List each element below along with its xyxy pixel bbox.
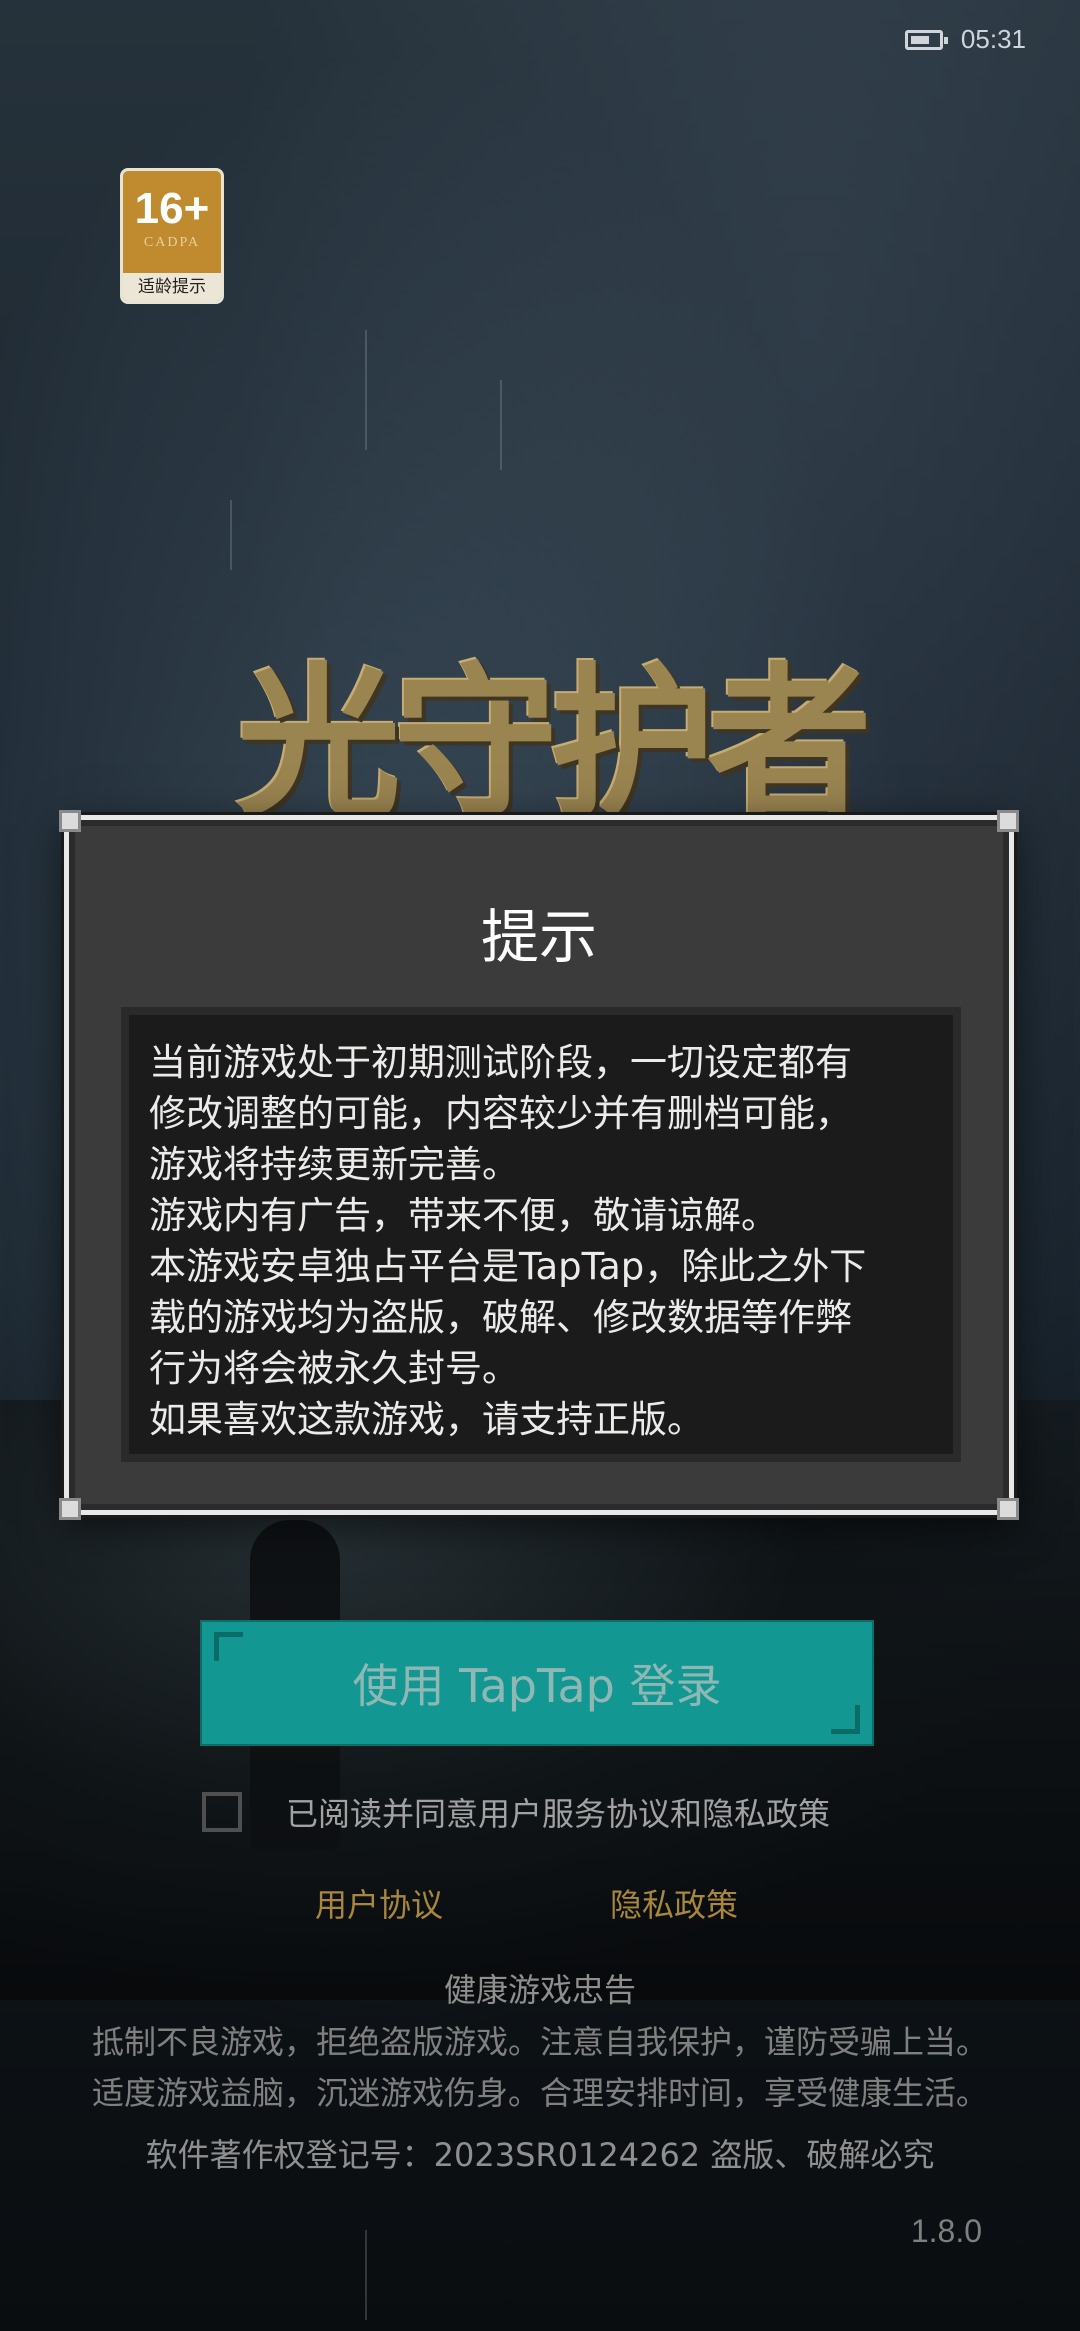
dialog-message-line: 本游戏安卓独占平台是TapTap，除此之外下 [149,1245,867,1288]
dialog-message-line: 游戏内有广告，带来不便，敬请谅解。 [149,1194,778,1237]
rain-streak [230,500,232,570]
dialog-message-line: 游戏将持续更新完善。 [149,1143,519,1186]
game-logo: 光守护者 [236,646,872,840]
dialog-message-line: 载的游戏均为盗版，破解、修改数据等作弊 [149,1296,852,1339]
agreement-checkbox[interactable] [202,1792,242,1832]
health-notice-title: 健康游戏忠告 [443,1971,636,2009]
agreement-text: 已阅读并同意用户服务协议和隐私政策 [286,1795,831,1833]
dialog-message-line: 行为将会被永久封号。 [149,1347,519,1390]
agreement-row: 已阅读并同意用户服务协议和隐私政策 [202,1789,830,1835]
taptap-login-label: 使用 TapTap 登录 [352,1659,722,1713]
copyright-notice: 软件著作权登记号：2023SR0124262 盗版、破解必究 [145,2136,935,2174]
dialog-corner-ornament [59,810,81,832]
dialog-message-line: 修改调整的可能，内容较少并有删档可能， [149,1092,852,1135]
rain-streak [365,330,367,450]
dialog-message-line: 如果喜欢这款游戏，请支持正版。 [149,1398,704,1441]
bracket-corner-icon [831,1705,860,1734]
dialog-corner-ornament [59,1498,81,1520]
health-notice-line: 抵制不良游戏，拒绝盗版游戏。注意自我保护，谨防受骗上当。 [91,2023,988,2061]
bracket-corner-icon [214,1632,243,1661]
app-version: 1.8.0 [910,2213,982,2249]
health-notice-line: 适度游戏益脑，沉迷游戏伤身。合理安排时间，享受健康生活。 [91,2074,988,2112]
dialog-corner-ornament [997,1498,1019,1520]
battery-icon [904,29,948,50]
status-time: 05:31 [960,24,1026,54]
privacy-policy-link[interactable]: 隐私政策 [610,1880,738,1926]
age-rating-tip: 适龄提示 [123,273,221,301]
user-agreement-link[interactable]: 用户协议 [315,1880,443,1926]
rain-streak [500,380,502,470]
dialog-message: 当前游戏处于初期测试阶段，一切设定都有 修改调整的可能，内容较少并有删档可能， … [121,1007,961,1462]
notice-dialog: 提示 当前游戏处于初期测试阶段，一切设定都有 修改调整的可能，内容较少并有删档可… [59,810,1019,1520]
age-rating-number: 16+ [134,184,210,233]
age-rating-org: CADPA [143,235,201,250]
status-bar: 05:31 [904,24,1026,55]
dialog-title: 提示 [480,903,597,971]
dialog-corner-ornament [997,810,1019,832]
age-rating-badge: 16+ CADPA 适龄提示 [120,168,224,304]
rain-streak [365,2230,367,2320]
dialog-message-line: 当前游戏处于初期测试阶段，一切设定都有 [149,1041,852,1084]
taptap-login-button[interactable]: 使用 TapTap 登录 [200,1620,874,1746]
